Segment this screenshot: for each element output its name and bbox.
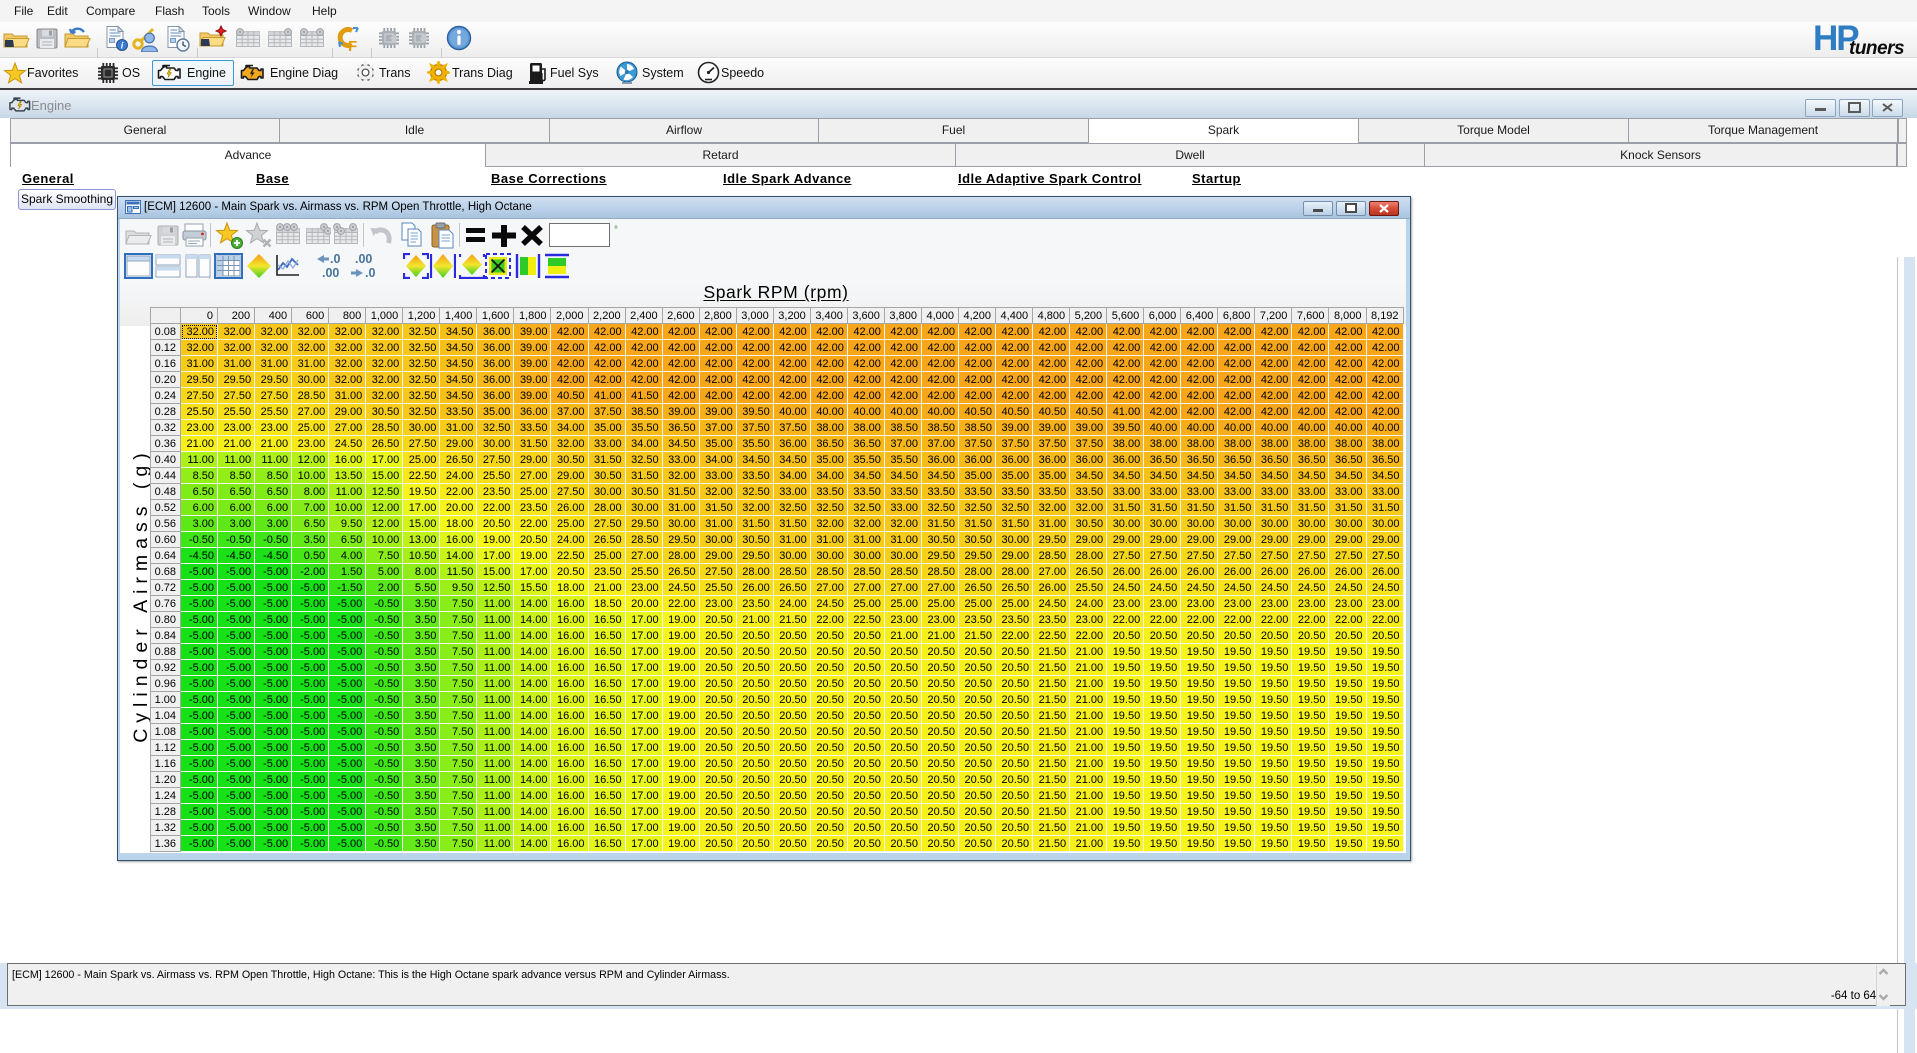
svg-text:F: F <box>348 38 357 52</box>
svg-text:.0: .0 <box>330 252 340 266</box>
svg-text:.00: .00 <box>322 266 339 280</box>
svg-text:.0: .0 <box>365 266 375 280</box>
svg-text:.00: .00 <box>355 252 372 266</box>
